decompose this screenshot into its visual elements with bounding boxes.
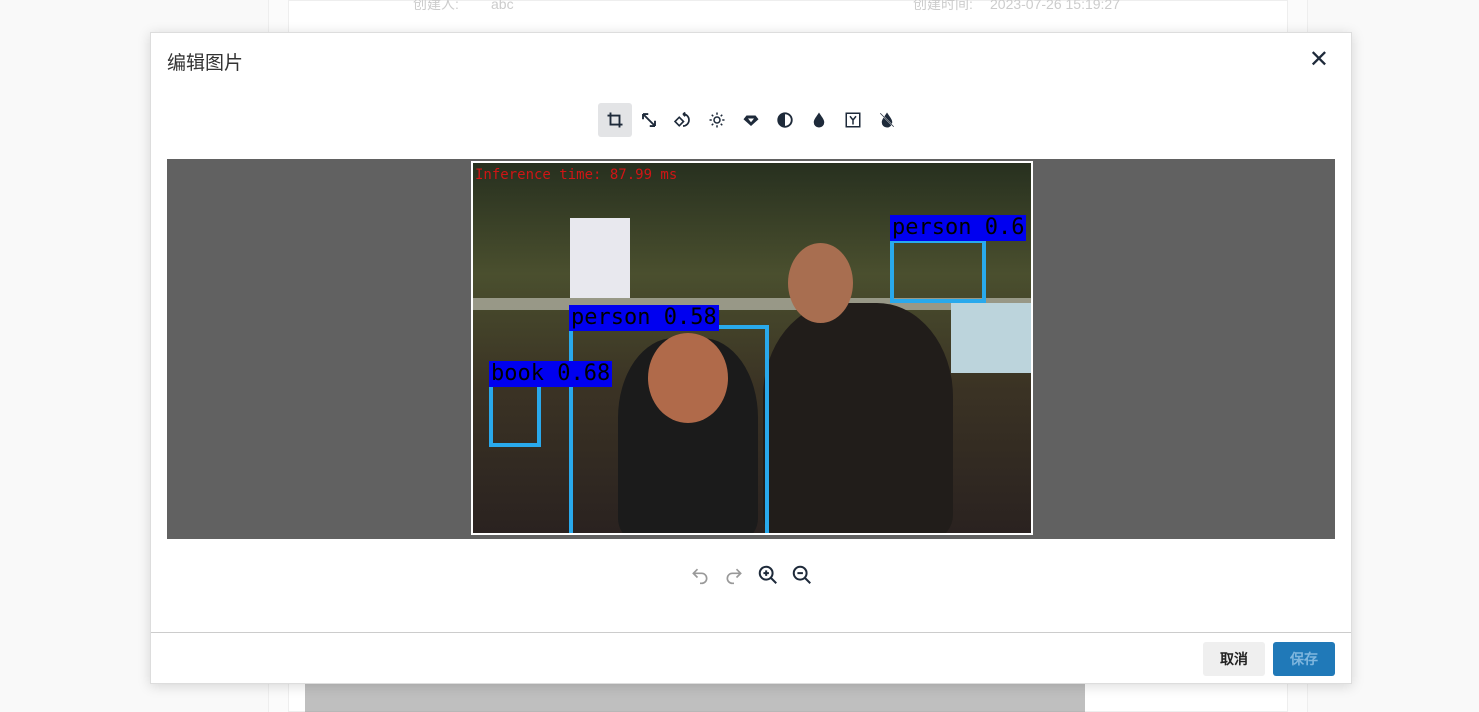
edit-toolbar	[598, 103, 904, 137]
redo-icon	[726, 568, 742, 585]
close-icon[interactable]: ✕	[1309, 45, 1329, 74]
creator-value: abc	[491, 0, 514, 12]
dialog-footer: 取消 保存	[151, 632, 1351, 684]
redo-button[interactable]	[722, 563, 746, 587]
desaturate-button[interactable]	[870, 103, 904, 137]
drop-icon	[813, 112, 825, 128]
dialog-title: 编辑图片	[167, 53, 244, 74]
sun-icon	[709, 112, 725, 128]
rotate-icon	[674, 111, 690, 127]
zoom-out-icon	[792, 565, 811, 584]
image-canvas[interactable]: Inference time: 87.99 ms person 0.6 pers…	[167, 159, 1335, 539]
brightness-button[interactable]	[700, 103, 734, 137]
diamond-icon	[743, 115, 759, 126]
detection-label: book 0.68	[489, 361, 613, 387]
edit-image-dialog: 编辑图片 ✕ Inference time: 87.99 ms person 0…	[150, 32, 1352, 684]
history-zoom-toolbar	[688, 563, 814, 587]
book-display	[951, 303, 1031, 373]
undo-button[interactable]	[688, 563, 712, 587]
detection-label: person 0.6	[890, 215, 1027, 241]
detection-label: person 0.58	[569, 305, 719, 331]
detection-box	[890, 239, 986, 303]
gamma-button[interactable]	[836, 103, 870, 137]
undo-icon	[692, 568, 708, 585]
contrast-icon	[777, 112, 793, 128]
created-time-label: 创建时间:	[913, 0, 973, 12]
crop-icon	[607, 112, 623, 128]
contrast-button[interactable]	[768, 103, 802, 137]
save-button[interactable]: 保存	[1273, 642, 1335, 676]
zoom-in-icon	[758, 565, 777, 584]
edited-image: Inference time: 87.99 ms person 0.6 pers…	[471, 161, 1033, 535]
resize-icon	[642, 113, 656, 127]
detection-box	[569, 325, 769, 533]
crop-button[interactable]	[598, 103, 632, 137]
zoom-in-button[interactable]	[756, 563, 780, 587]
man-face	[788, 243, 853, 323]
zoom-out-button[interactable]	[790, 563, 814, 587]
y-box-icon	[845, 112, 861, 128]
inference-time-text: Inference time: 87.99 ms	[475, 167, 678, 183]
resize-button[interactable]	[632, 103, 666, 137]
hue-button[interactable]	[802, 103, 836, 137]
detection-box	[489, 383, 541, 447]
saturation-button[interactable]	[734, 103, 768, 137]
drop-slash-icon	[879, 112, 895, 128]
created-time-value: 2023-07-26 15:19:27	[990, 0, 1120, 12]
person-man	[763, 303, 953, 533]
poster	[570, 218, 630, 298]
cancel-button[interactable]: 取消	[1203, 642, 1265, 676]
background-thumbnail	[305, 684, 1085, 712]
rotate-button[interactable]	[666, 103, 700, 137]
creator-label: 创建人:	[413, 0, 459, 12]
